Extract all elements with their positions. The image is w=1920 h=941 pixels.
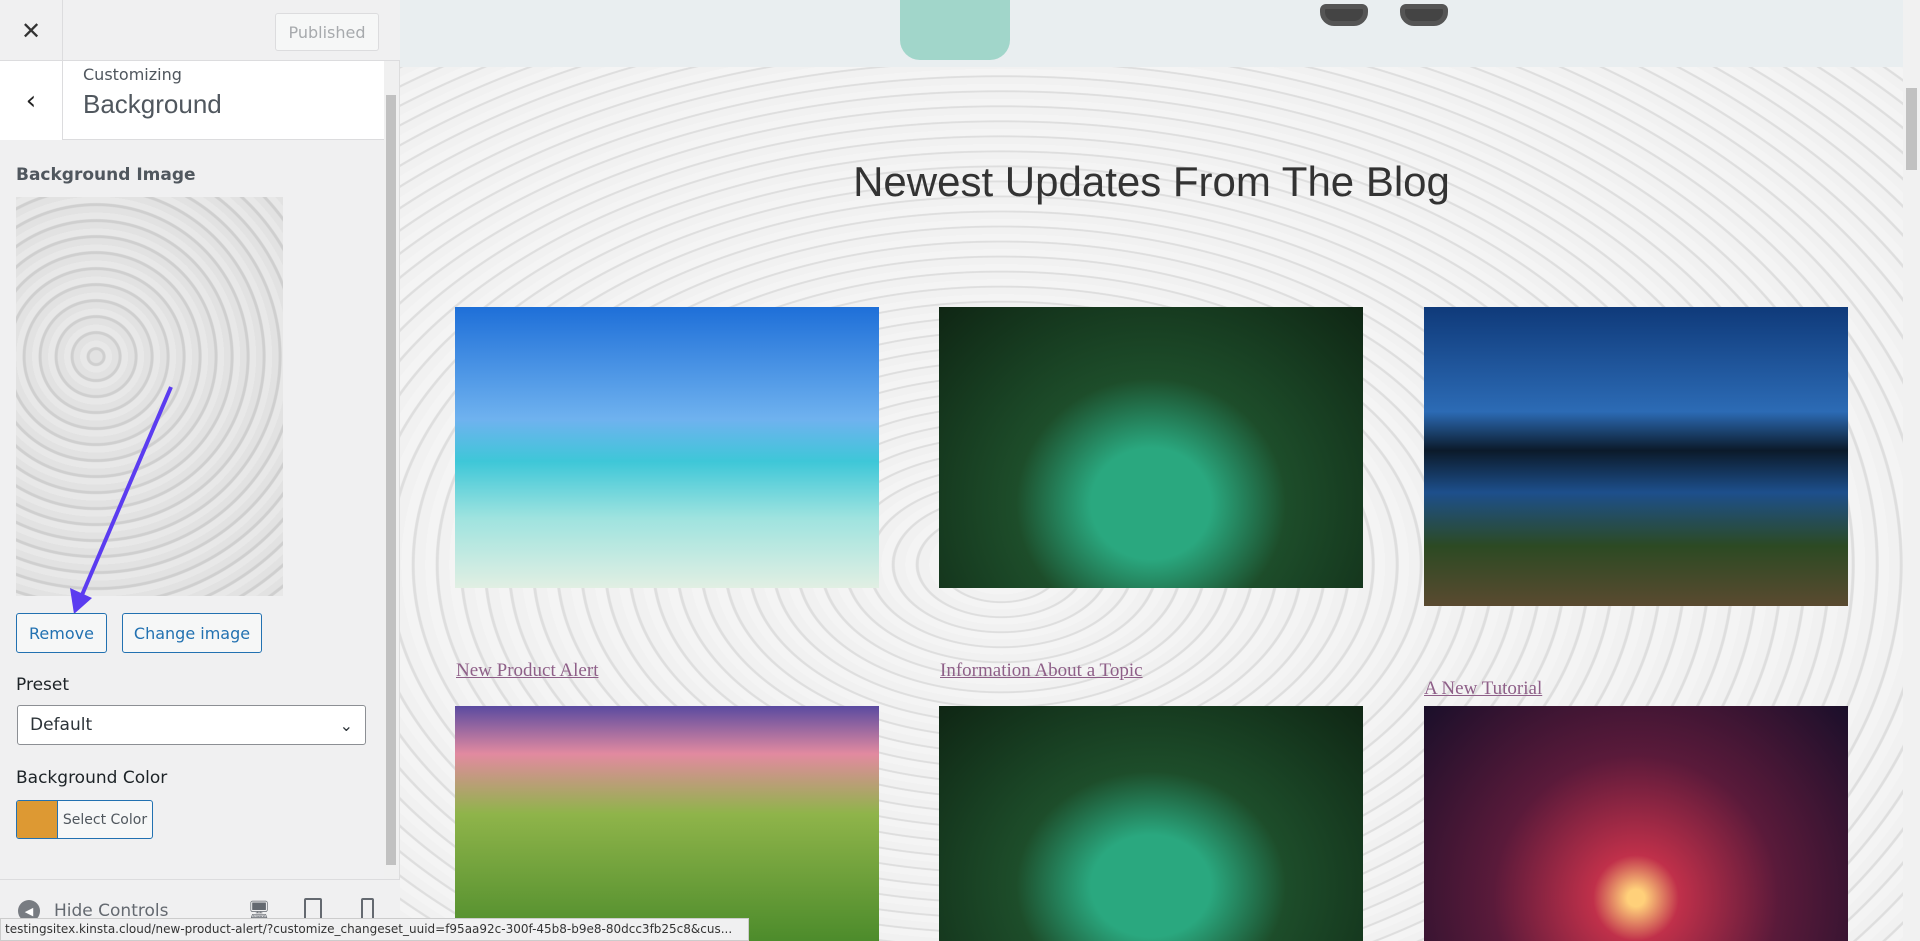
remove-button[interactable]: Remove (16, 613, 107, 653)
site-preview: Newest Updates From The Blog New Product… (400, 0, 1903, 941)
preset-value: Default (30, 715, 93, 735)
post-link-information-about-a-topic[interactable]: Information About a Topic (940, 660, 1143, 682)
chevron-down-icon: ⌄ (339, 715, 353, 735)
annotation-arrow (70, 386, 173, 614)
post-link-a-new-tutorial[interactable]: A New Tutorial (1424, 678, 1542, 700)
color-swatch (17, 801, 58, 838)
status-bar-url: testingsitex.kinsta.cloud/new-product-al… (0, 918, 749, 941)
change-image-button[interactable]: Change image (122, 613, 262, 653)
preset-label: Preset (16, 675, 70, 695)
post-image-waterfall[interactable] (455, 706, 879, 941)
post-image-forest-river-2[interactable] (939, 706, 1363, 941)
sunglasses-graphic (1400, 4, 1448, 26)
select-color-label: Select Color (62, 811, 148, 828)
preset-select[interactable]: Default ⌄ (17, 705, 366, 745)
customizer-sidebar: ✕ Published ‹ Customizing Background Bac… (0, 0, 400, 941)
sidebar-scrollbar-thumb[interactable] (386, 95, 396, 865)
header-banner (400, 0, 1903, 67)
blog-heading: Newest Updates From The Blog (853, 158, 1450, 205)
post-link-new-product-alert[interactable]: New Product Alert (456, 660, 598, 682)
post-image-beach[interactable] (455, 307, 879, 588)
sunglasses-graphic (1320, 4, 1368, 26)
post-image-lake-pier[interactable] (1424, 307, 1848, 606)
preview-scrollbar-thumb[interactable] (1906, 88, 1917, 170)
jacket-graphic (900, 0, 1010, 60)
post-image-forest-river[interactable] (939, 307, 1363, 588)
post-image-tree-sunset[interactable] (1424, 706, 1848, 941)
background-color-label: Background Color (16, 768, 168, 788)
select-color-button[interactable]: Select Color (16, 800, 153, 839)
